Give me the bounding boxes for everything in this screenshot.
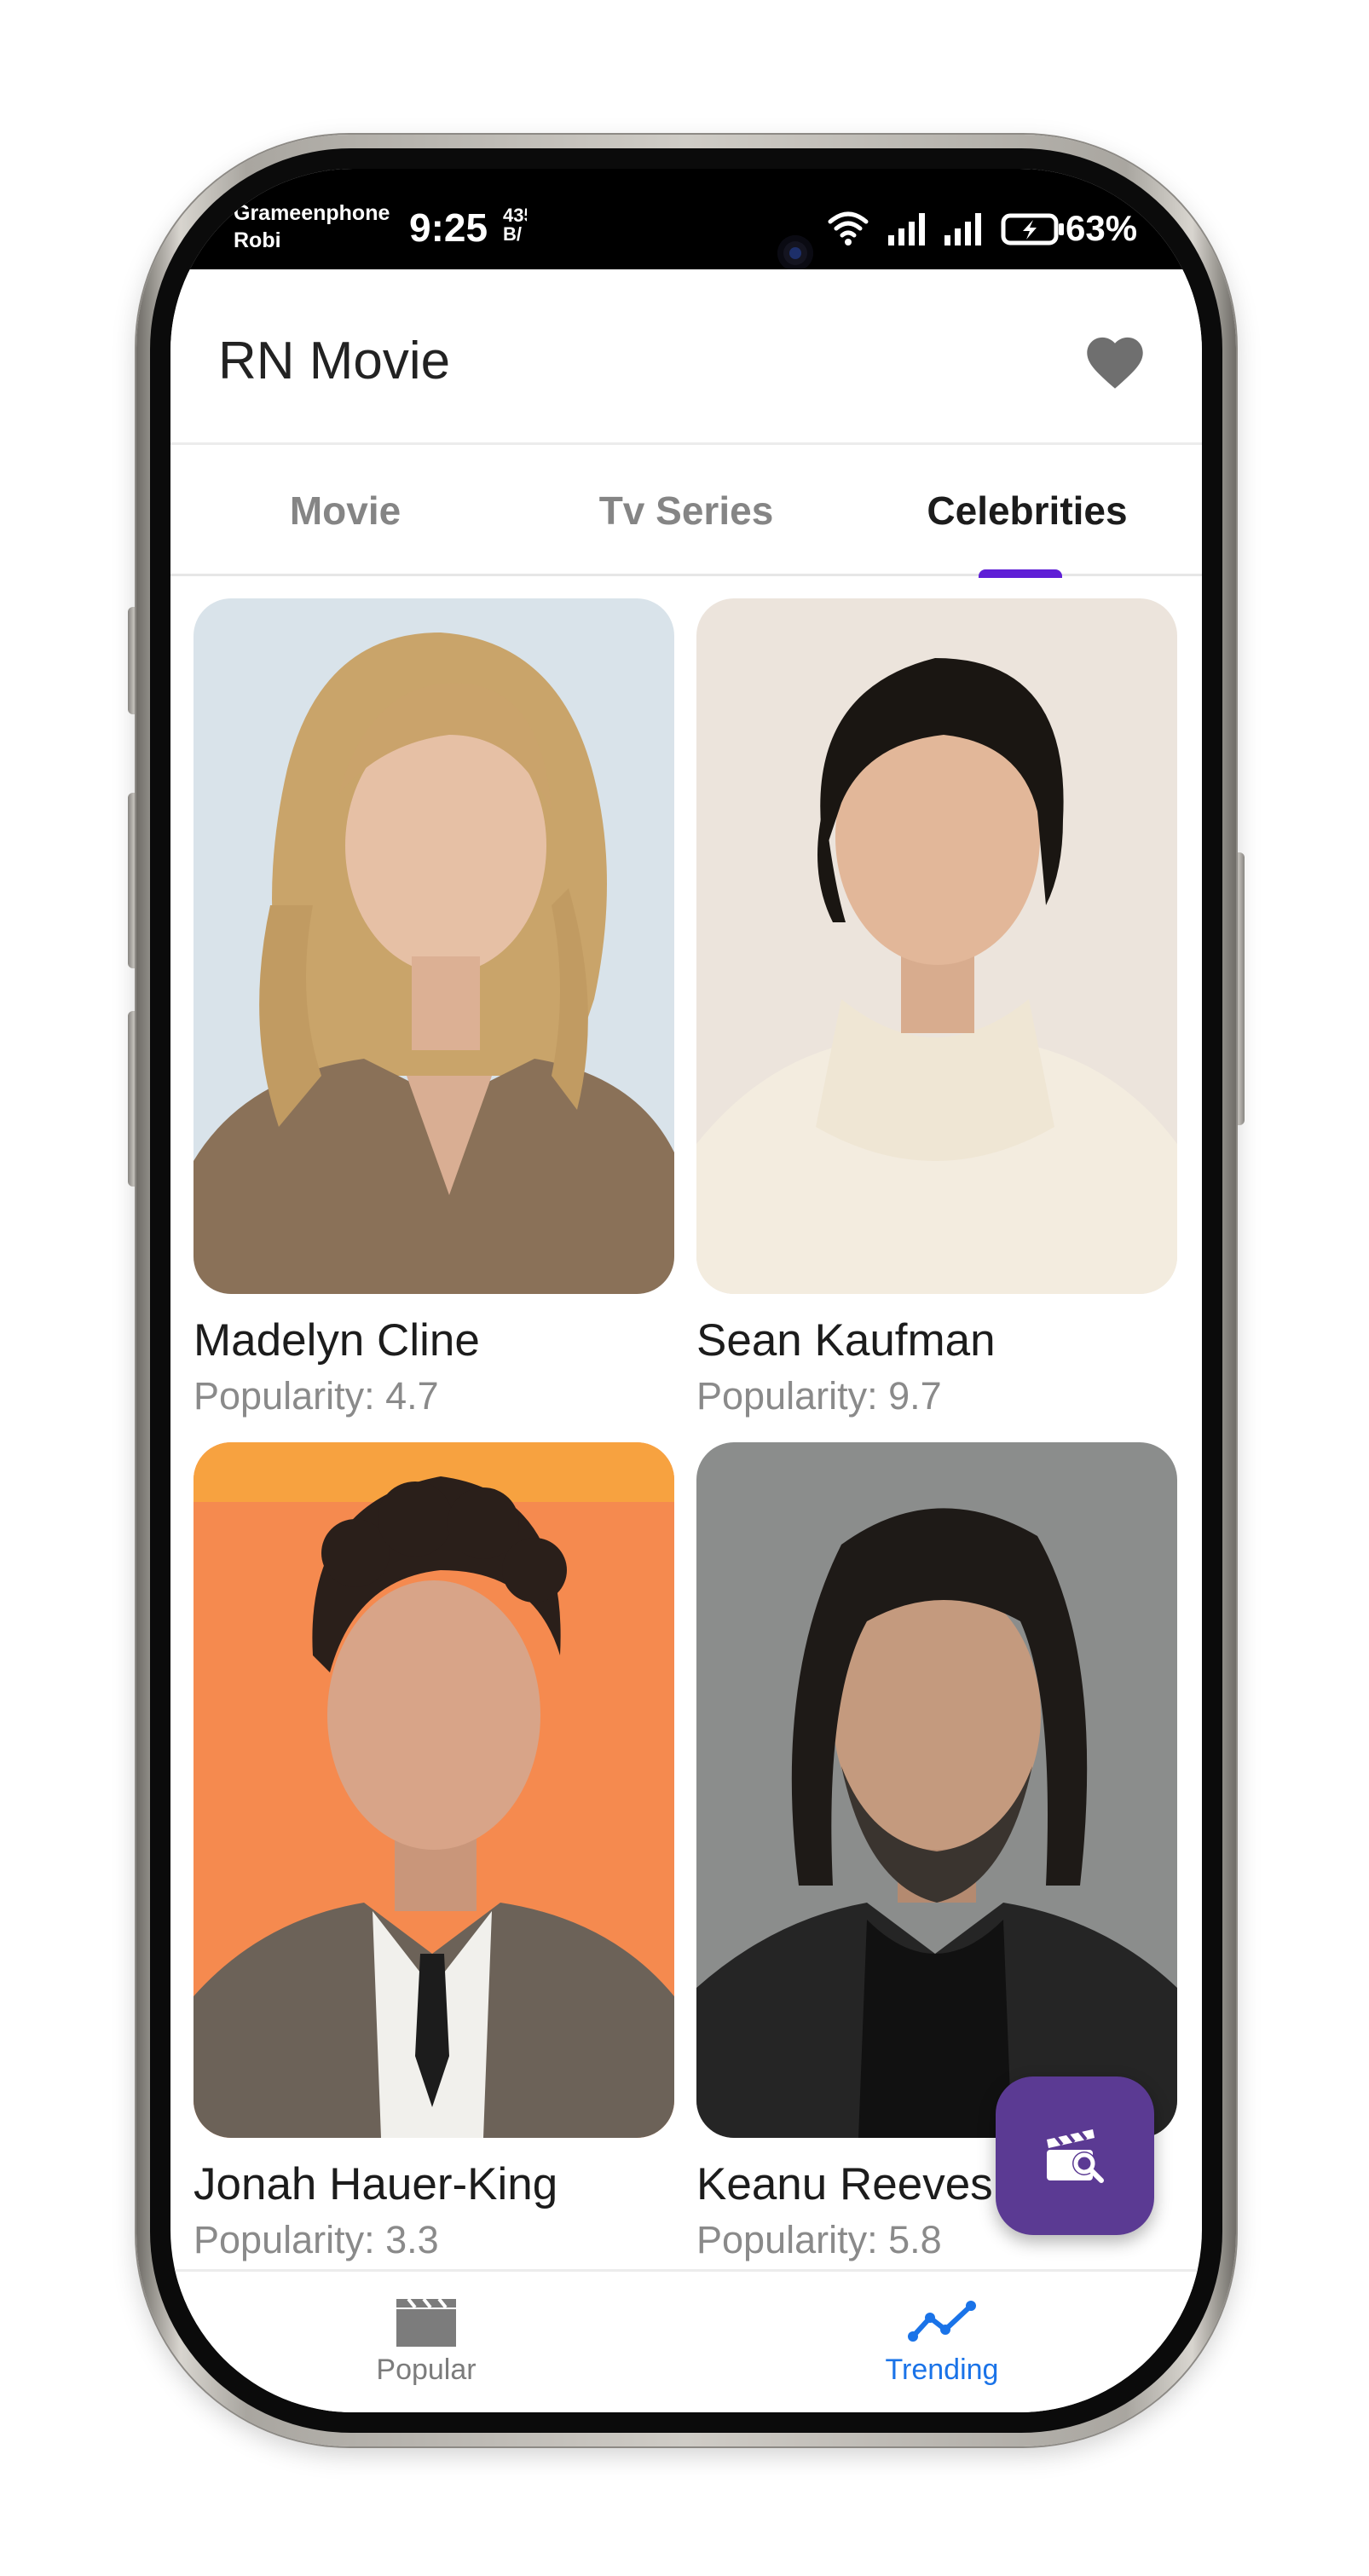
tab-celebrities[interactable]: Celebrities	[852, 481, 1202, 540]
tab-movie[interactable]: Movie	[170, 481, 520, 540]
status-bar: Grameenphone Robi 9:25 435 B/ 63%	[170, 169, 1202, 298]
carrier-names: Grameenphone Robi	[234, 199, 390, 254]
movie-search-fab[interactable]	[996, 2076, 1154, 2235]
celebrity-grid: Madelyn Cline Popularity: 4.7 Sean Kaufm…	[170, 578, 1202, 2302]
status-time: 9:25	[409, 205, 488, 250]
celebrity-popularity: Popularity: 5.8	[696, 2218, 942, 2261]
trending-icon	[908, 2301, 976, 2342]
celebrity-popularity: Popularity: 3.3	[194, 2218, 439, 2261]
favorites-button[interactable]	[1081, 329, 1149, 390]
celebrity-popularity: Popularity: 9.7	[696, 1374, 942, 1418]
carrier-1: Grameenphone	[234, 201, 390, 225]
bottom-navigation: Popular Trending	[170, 2269, 1202, 2412]
celebrity-photo[interactable]	[194, 1442, 674, 2138]
celebrity-photo[interactable]	[696, 598, 1177, 1294]
tab-tv-series[interactable]: Tv Series	[511, 481, 861, 540]
category-tabs: Movie Tv Series Celebrities	[170, 447, 1202, 578]
clapperboard-icon	[396, 2297, 456, 2347]
celebrity-photo[interactable]	[194, 598, 674, 1294]
active-tab-indicator	[979, 569, 1062, 578]
app-title: RN Movie	[218, 332, 451, 390]
heart-icon	[1087, 337, 1143, 389]
movie-search-icon	[1047, 2129, 1104, 2183]
carrier-2: Robi	[234, 228, 281, 252]
celebrity-popularity: Popularity: 4.7	[194, 1374, 439, 1418]
front-camera	[777, 235, 813, 271]
celebrity-name: Sean Kaufman	[696, 1315, 996, 1366]
nav-trending-label: Trending	[885, 2354, 999, 2386]
phone-screen: Grameenphone Robi 9:25 435 B/ 63% RN Mov…	[170, 169, 1202, 2412]
nav-popular-label: Popular	[376, 2354, 477, 2386]
celebrity-name: Jonah Hauer-King	[194, 2159, 558, 2209]
celebrity-name: Madelyn Cline	[194, 1315, 480, 1366]
signal-icon	[944, 213, 981, 245]
nav-trending[interactable]: Trending	[814, 2289, 1070, 2408]
signal-icon	[888, 213, 925, 245]
celebrity-photo[interactable]	[696, 1442, 1177, 2138]
nav-popular[interactable]: Popular	[298, 2289, 554, 2408]
battery-percent: 63%	[1066, 208, 1138, 248]
wifi-icon	[828, 211, 869, 245]
celebrity-name: Keanu Reeves	[696, 2159, 993, 2209]
app-header: RN Movie	[170, 269, 1202, 445]
battery-charging-icon	[1001, 213, 1064, 245]
